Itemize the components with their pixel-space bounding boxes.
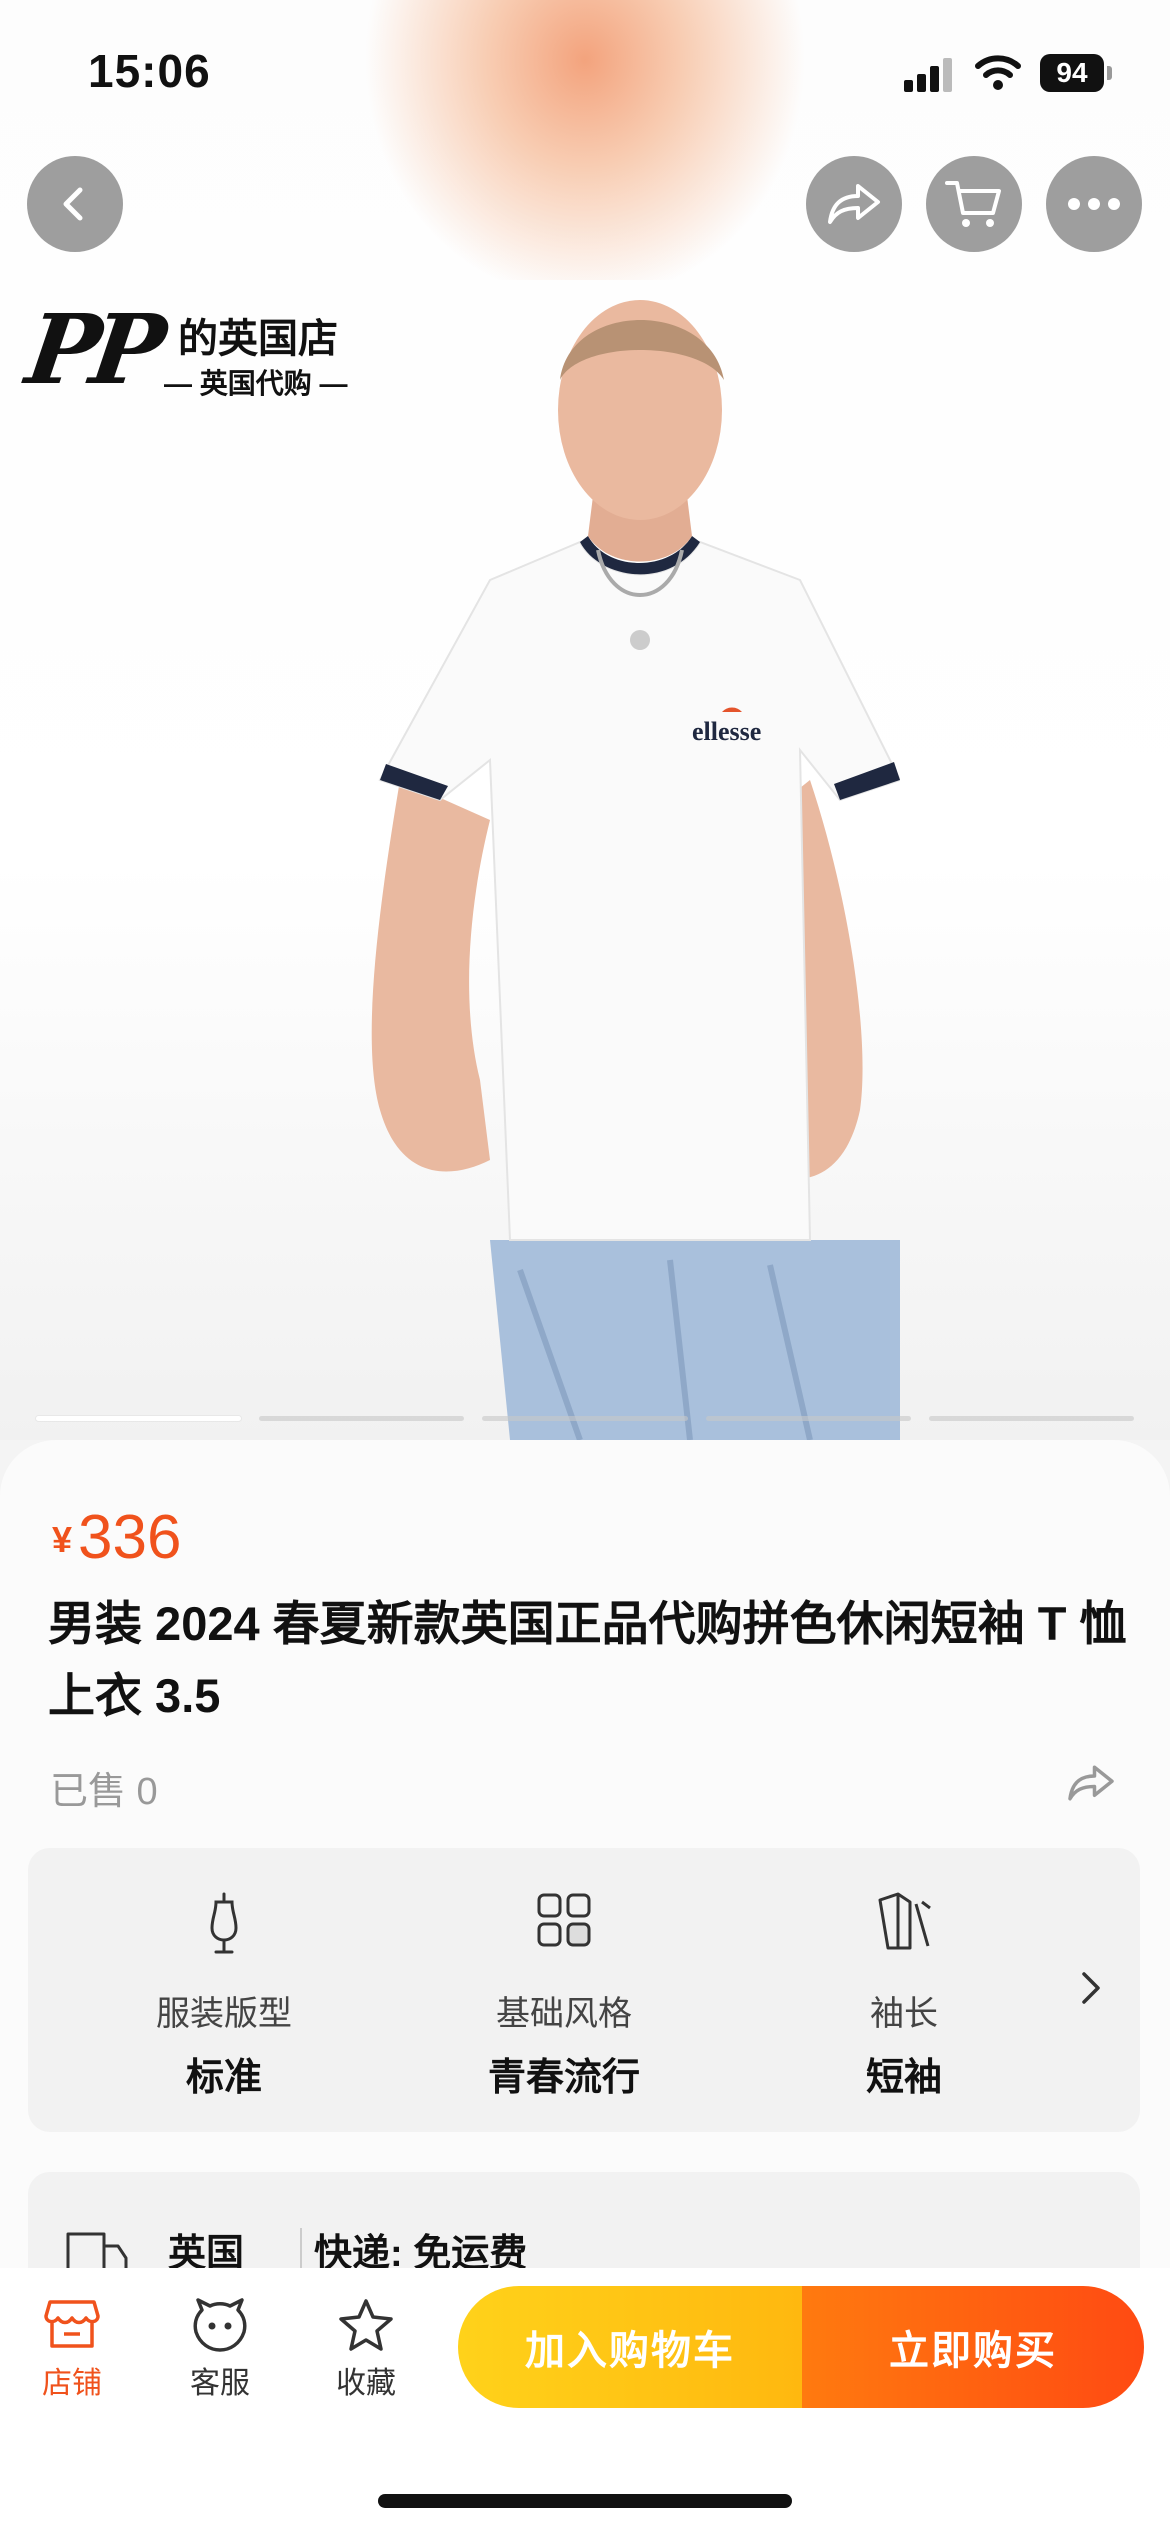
store-icon — [44, 2300, 100, 2348]
pager-segment — [928, 1416, 1135, 1421]
cart-icon — [945, 181, 1001, 227]
wifi-icon — [975, 55, 1021, 90]
price-value: 336 — [78, 1503, 182, 1572]
grid-style-icon — [537, 1893, 591, 1947]
status-bar: 15:06 94 — [0, 0, 1170, 140]
pager-segment — [705, 1416, 911, 1421]
image-pager — [36, 1416, 1135, 1421]
buy-now-button[interactable]: 立即购买 — [802, 2286, 1144, 2408]
attribute-label: 服装版型 — [156, 1995, 292, 2033]
pager-segment — [259, 1416, 465, 1421]
store-logo-subtitle: — 英国代购 — — [164, 368, 348, 399]
pager-segment — [482, 1416, 688, 1421]
tab-store[interactable]: 店铺 — [12, 2298, 132, 2408]
share-icon — [828, 184, 880, 224]
tab-customer-service[interactable]: 客服 — [160, 2298, 280, 2408]
product-attributes[interactable]: 服装版型 标准 基础风格 青春流行 袖长 短袖 — [28, 1848, 1140, 2132]
tab-label: 店铺 — [42, 2367, 102, 2400]
cart-button[interactable] — [926, 156, 1022, 252]
sold-count: 已售 0 — [50, 1771, 158, 1813]
dress-form-icon — [210, 1892, 238, 1954]
currency-symbol: ¥ — [52, 1519, 73, 1560]
divider — [300, 2228, 302, 2272]
attribute-fit: 服装版型 标准 — [74, 1848, 374, 2132]
svg-text:ellesse: ellesse — [692, 717, 761, 746]
store-logo-name: 的英国店 — [178, 317, 338, 361]
tab-label: 收藏 — [336, 2367, 396, 2400]
store-watermark: PP 的英国店 — 英国代购 — — [20, 293, 358, 410]
back-button[interactable] — [27, 156, 123, 252]
add-to-cart-button[interactable]: 加入购物车 — [458, 2286, 802, 2408]
attribute-value: 标准 — [185, 2057, 262, 2099]
product-photo: ellesse — [371, 300, 900, 1440]
share-button[interactable] — [806, 156, 902, 252]
star-icon — [339, 2299, 393, 2351]
attribute-label: 基础风格 — [496, 1995, 632, 2033]
product-title: 男装 2024 春夏新款英国正品代购拼色休闲短袖 T 恤上衣 3.5 — [48, 1597, 1127, 1722]
battery-icon: 94 — [1040, 54, 1112, 92]
attribute-style: 基础风格 青春流行 — [414, 1848, 714, 2132]
share-icon[interactable] — [1066, 1762, 1116, 1804]
product-price: ¥336 — [52, 1502, 181, 1573]
more-icon — [1068, 198, 1120, 210]
chevron-right-icon[interactable] — [1080, 1970, 1102, 2006]
pager-segment — [36, 1416, 242, 1421]
tab-label: 客服 — [190, 2367, 250, 2400]
attribute-sleeve: 袖长 短袖 — [754, 1848, 1054, 2132]
bottom-action-bar: 店铺 客服 收藏 加入购物车 立即购买 — [0, 2268, 1170, 2532]
attribute-value: 短袖 — [865, 2057, 942, 2099]
cellular-signal-icon — [904, 56, 958, 92]
status-time: 15:06 — [88, 45, 211, 97]
chevron-left-icon — [63, 187, 83, 221]
attribute-label: 袖长 — [870, 1995, 938, 2033]
tab-favorite[interactable]: 收藏 — [306, 2298, 426, 2408]
home-indicator[interactable] — [378, 2494, 792, 2508]
service-icon — [193, 2298, 247, 2352]
product-image-gallery[interactable]: ellesse 15:06 94 PP 的英国店 — 英国代购 — — [0, 0, 1170, 1440]
sleeve-icon — [878, 1892, 931, 1950]
attribute-value: 青春流行 — [487, 2057, 640, 2099]
more-button[interactable] — [1046, 156, 1142, 252]
store-logo-mark: PP — [20, 293, 165, 406]
